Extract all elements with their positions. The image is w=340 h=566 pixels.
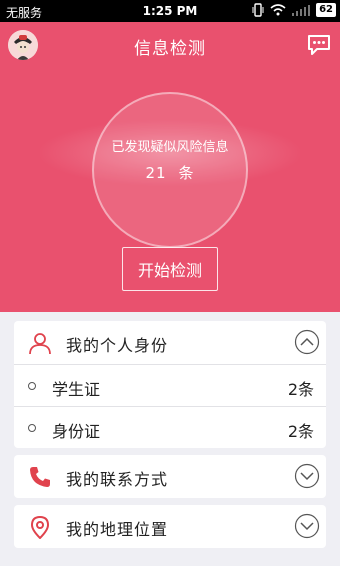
bullet-icon	[28, 424, 36, 432]
contact-section: 我的联系方式	[14, 455, 326, 498]
phone-icon	[30, 467, 50, 487]
risk-count-line: 21 条	[94, 162, 246, 183]
risk-circle: 已发现疑似风险信息 21 条	[92, 92, 248, 248]
identity-label: 我的个人身份	[66, 336, 169, 355]
risk-prefix: 已发现疑似风险信息	[111, 140, 229, 155]
status-icons: 62	[252, 3, 336, 17]
risk-unit: 条	[178, 164, 195, 182]
contact-header[interactable]: 我的联系方式	[14, 455, 326, 498]
page-title: 信息检测	[134, 39, 206, 59]
person-icon	[29, 333, 51, 355]
item-count: 2条	[287, 380, 314, 399]
wifi-icon	[270, 4, 286, 16]
item-name: 学生证	[52, 380, 101, 399]
location-pin-icon	[30, 515, 50, 539]
bullet-icon	[28, 382, 36, 390]
item-name: 身份证	[52, 422, 101, 441]
list-item[interactable]: 身份证 2条	[14, 406, 326, 448]
contact-label: 我的联系方式	[66, 470, 169, 489]
hero-panel: 信息检测 已发现疑似风险信息 21 条 开始检测	[0, 22, 340, 312]
chat-bubble-icon[interactable]	[306, 31, 332, 57]
identity-section: 我的个人身份 学生证 2条 身份证 2条	[14, 321, 326, 448]
status-bar: 无服务 1:25 PM 62	[0, 0, 340, 22]
risk-count: 21	[145, 164, 167, 182]
battery-level: 62	[316, 3, 336, 17]
vibrate-icon	[252, 3, 264, 17]
chevron-up-icon[interactable]	[294, 329, 320, 355]
start-detection-button[interactable]: 开始检测	[122, 247, 218, 291]
location-header[interactable]: 我的地理位置	[14, 505, 326, 548]
signal-icon	[292, 5, 311, 16]
location-label: 我的地理位置	[66, 520, 169, 539]
location-section: 我的地理位置	[14, 505, 326, 548]
identity-header[interactable]: 我的个人身份	[14, 321, 326, 364]
chevron-down-icon[interactable]	[294, 513, 320, 539]
chevron-down-icon[interactable]	[294, 463, 320, 489]
item-count: 2条	[287, 422, 314, 441]
list-item[interactable]: 学生证 2条	[14, 364, 326, 406]
